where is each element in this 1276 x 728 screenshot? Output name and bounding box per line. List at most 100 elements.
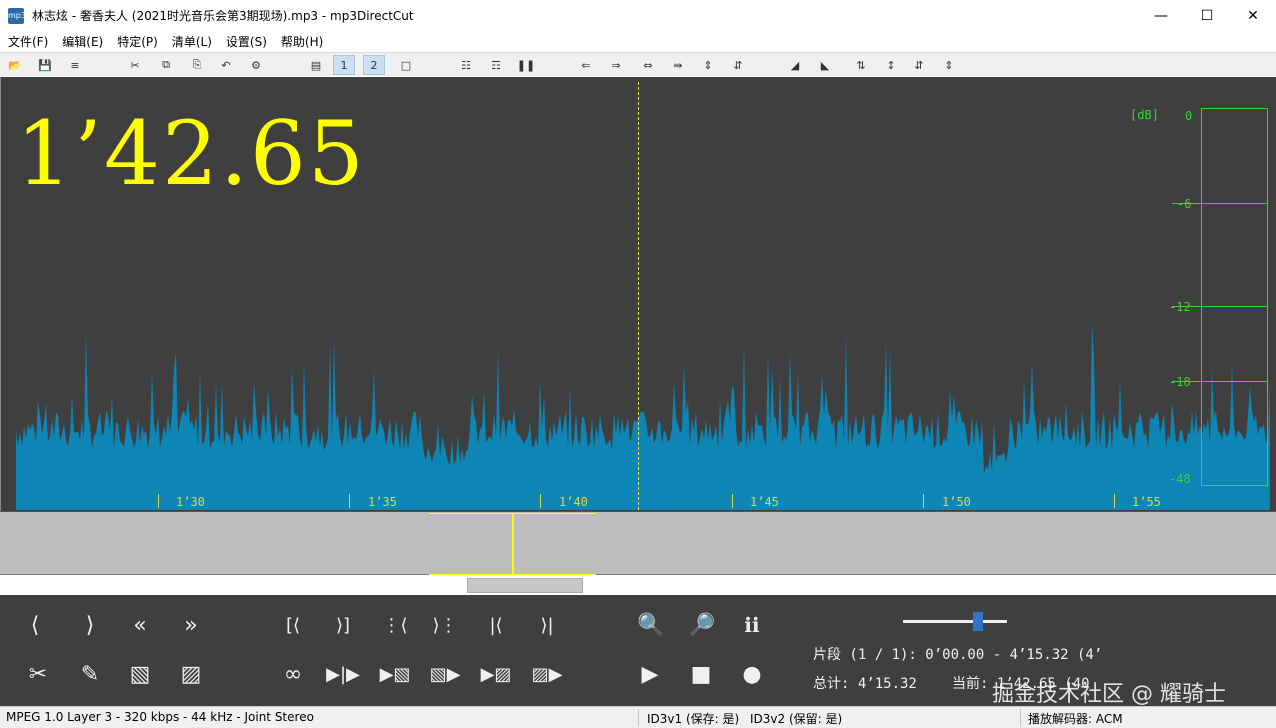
undo-icon[interactable]: ↶ xyxy=(215,55,237,75)
marker-split-icon[interactable]: ⇕ xyxy=(697,55,719,75)
waveform-icon[interactable]: ☷ xyxy=(455,55,477,75)
zoom-out-icon[interactable]: 🔎 xyxy=(684,607,720,643)
normalize-icon[interactable]: ↕ xyxy=(880,55,902,75)
maximize-button[interactable]: ☐ xyxy=(1184,0,1230,31)
timeline-label: 1’50 xyxy=(942,495,971,509)
info-icon[interactable]: ℹℹ xyxy=(734,607,770,643)
play-start-icon[interactable]: ▧▶ xyxy=(427,656,463,692)
status-divider xyxy=(638,709,639,727)
segment-info: 片段 (1 / 1): 0’00.00 - 4’15.32 (4’ xyxy=(813,647,1103,663)
close-button[interactable]: ✕ xyxy=(1230,0,1276,31)
db-label-18: -18 xyxy=(1169,375,1191,389)
timeline-tick xyxy=(158,494,159,508)
window-controls: — ☐ ✕ xyxy=(1138,0,1276,31)
cut-icon[interactable]: ✂ xyxy=(124,55,146,75)
step-forward-icon[interactable]: ⟩ xyxy=(72,607,108,643)
page-view-icon[interactable]: □ xyxy=(395,55,417,75)
sel-start-left-icon[interactable]: [⟨ xyxy=(275,607,311,643)
menu-special[interactable]: 特定(P) xyxy=(117,33,158,50)
go-end-icon[interactable]: ⟩| xyxy=(529,607,565,643)
volume-slider-thumb[interactable] xyxy=(973,612,983,631)
play-icon[interactable]: ▶ xyxy=(632,656,668,692)
open-icon[interactable]: 📂 xyxy=(4,55,26,75)
menu-edit[interactable]: 编辑(E) xyxy=(62,33,103,50)
marker-next-icon[interactable]: ⇛ xyxy=(667,55,689,75)
page-one-icon[interactable]: 1 xyxy=(333,55,355,75)
fade-out-button-icon[interactable]: ▨ xyxy=(173,656,209,692)
settings-icon[interactable]: ⚙ xyxy=(245,55,267,75)
timeline-label: 1’35 xyxy=(368,495,397,509)
waveform-shape xyxy=(16,323,1270,510)
current-time-display: 1’42.65 xyxy=(16,102,366,205)
page-two-icon[interactable]: 2 xyxy=(363,55,385,75)
timeline-tick xyxy=(732,494,733,508)
play-to-start-icon[interactable]: ▶▧ xyxy=(377,656,413,692)
cut-icon[interactable]: ✂ xyxy=(20,656,56,692)
fade-in-button-icon[interactable]: ▧ xyxy=(122,656,158,692)
overview-bar[interactable] xyxy=(0,511,1276,575)
overview-cursor xyxy=(512,513,514,575)
play-to-end-icon[interactable]: ▶▨ xyxy=(478,656,514,692)
app-icon: mp3 xyxy=(8,7,26,24)
menu-file[interactable]: 文件(F) xyxy=(8,33,48,50)
window-title: 林志炫 - 奢香夫人 (2021时光音乐会第3期现场).mp3 - mp3Dir… xyxy=(32,9,414,23)
sel-end-right-icon[interactable]: ⟩⋮ xyxy=(427,607,463,643)
menu-bar: 文件(F) 编辑(E) 特定(P) 清单(L) 设置(S) 帮助(H) xyxy=(0,31,1276,51)
stop-icon[interactable]: ■ xyxy=(683,656,719,692)
sel-start-right-icon[interactable]: ⟩] xyxy=(325,607,361,643)
timeline-tick xyxy=(540,494,541,508)
save-list-icon[interactable]: ≡ xyxy=(64,55,86,75)
menu-help[interactable]: 帮助(H) xyxy=(281,33,323,50)
marker-set-icon[interactable]: ⇔ xyxy=(637,55,659,75)
title-bar: mp3 林志炫 - 奢香夫人 (2021时光音乐会第3期现场).mp3 - mp… xyxy=(0,0,1276,31)
id3v2-status: ID3v2 (保留: 是) xyxy=(750,712,843,726)
total-duration: 总计: 4’15.32 xyxy=(813,676,917,692)
pause-icon[interactable]: ❚❚ xyxy=(515,55,537,75)
menu-list[interactable]: 清单(L) xyxy=(172,33,212,50)
status-bar: MPEG 1.0 Layer 3 - 320 kbps - 44 kHz - J… xyxy=(0,706,1276,728)
db-unit-label: [dB] xyxy=(1130,108,1159,122)
play-selection-icon[interactable]: ▶|▶ xyxy=(325,656,361,692)
volume-change-icon[interactable]: ⇵ xyxy=(908,55,930,75)
volume-slider-track[interactable] xyxy=(903,620,1007,623)
step-back-icon[interactable]: ⟨ xyxy=(17,607,53,643)
go-start-icon[interactable]: |⟨ xyxy=(478,607,514,643)
level-icon[interactable]: ⇅ xyxy=(850,55,872,75)
save-icon[interactable]: 💾 xyxy=(34,55,56,75)
waveform-half-icon[interactable]: ☶ xyxy=(485,55,507,75)
decoder-status: 播放解码器: ACM xyxy=(1028,712,1123,726)
marker-right-icon[interactable]: ⇒ xyxy=(605,55,627,75)
db-label-0: 0 xyxy=(1185,109,1193,123)
minimize-button[interactable]: — xyxy=(1138,0,1184,31)
db-label-48: -48 xyxy=(1169,472,1191,486)
timeline-tick xyxy=(1114,494,1115,508)
toolbar: 📂 💾 ≡ ✂ ⧉ ⎘ ↶ ⚙ ▤ 1 2 □ ☷ ☶ ❚❚ ⇐ ⇒ ⇔ ⇛ ⇕… xyxy=(0,52,1276,76)
play-end-icon[interactable]: ▨▶ xyxy=(529,656,565,692)
pencil-icon[interactable]: ✎ xyxy=(72,656,108,692)
timeline-label: 1’30 xyxy=(176,495,205,509)
volume-auto-icon[interactable]: ⇕ xyxy=(938,55,960,75)
fade-out-icon[interactable]: ◣ xyxy=(814,55,836,75)
id3v1-status: ID3v1 (保存: 是) xyxy=(647,712,740,726)
sel-end-left-icon[interactable]: ⋮⟨ xyxy=(377,607,413,643)
page-icon[interactable]: ▤ xyxy=(305,55,327,75)
scrollbar-thumb[interactable] xyxy=(467,578,583,593)
audio-format: MPEG 1.0 Layer 3 - 320 kbps - 44 kHz - J… xyxy=(6,710,314,724)
copy-icon[interactable]: ⧉ xyxy=(155,55,177,75)
level-meter xyxy=(1201,108,1268,486)
timeline-label: 1’40 xyxy=(559,495,588,509)
marker-left-icon[interactable]: ⇐ xyxy=(575,55,597,75)
record-icon[interactable]: ● xyxy=(734,656,770,692)
paste-icon[interactable]: ⎘ xyxy=(186,55,208,75)
fast-forward-icon[interactable]: » xyxy=(173,607,209,643)
zoom-in-icon[interactable]: 🔍 xyxy=(633,607,669,643)
loop-icon[interactable]: ∞ xyxy=(275,656,311,692)
play-cursor[interactable] xyxy=(638,82,639,510)
status-divider xyxy=(1020,709,1021,727)
timeline-label: 1’45 xyxy=(750,495,779,509)
marker-all-icon[interactable]: ⇵ xyxy=(727,55,749,75)
menu-settings[interactable]: 设置(S) xyxy=(226,33,267,50)
fast-back-icon[interactable]: « xyxy=(122,607,158,643)
timeline-label: 1’55 xyxy=(1132,495,1161,509)
fade-in-icon[interactable]: ◢ xyxy=(784,55,806,75)
